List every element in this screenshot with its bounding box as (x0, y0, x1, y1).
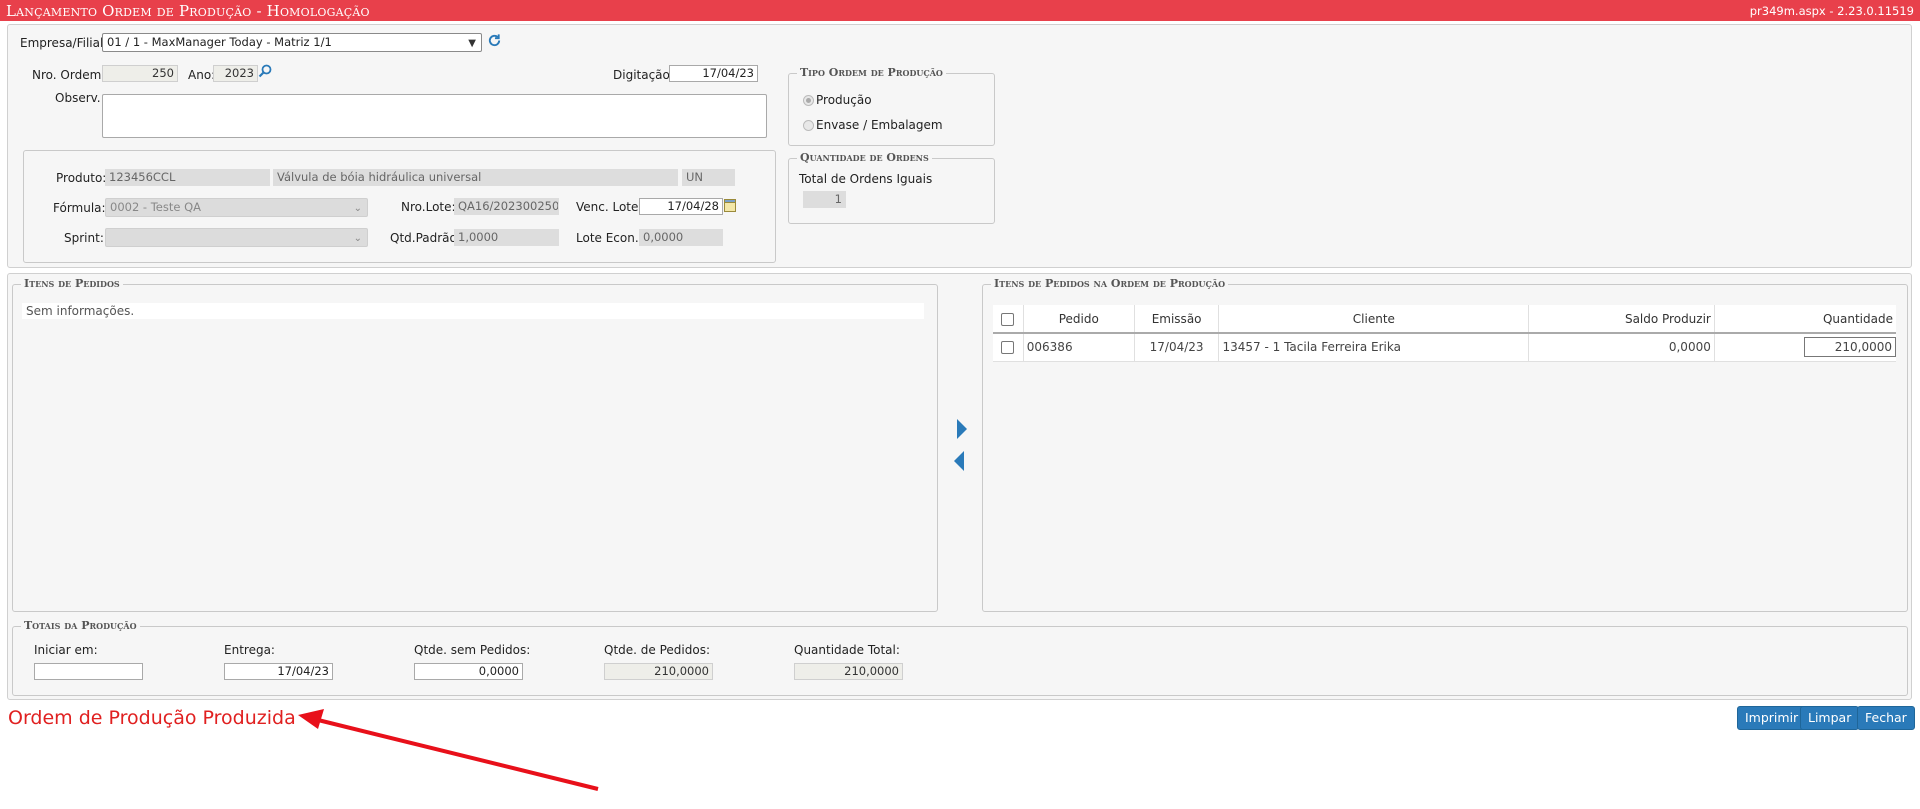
radio-producao[interactable]: Produção (803, 93, 872, 107)
nro-ordem-field[interactable]: 250 (102, 65, 178, 82)
arrow-right-icon[interactable] (955, 418, 969, 440)
select-all-cell (993, 305, 1024, 334)
itens-ordem-legend: Itens de Pedidos na Ordem de Produção (991, 277, 1229, 290)
col-cliente[interactable]: Cliente (1218, 305, 1529, 334)
quantidade-input[interactable]: 210,0000 (1804, 337, 1896, 358)
tipo-ordem-legend: Tipo Ordem de Produção (797, 66, 946, 79)
sprint-label: Sprint: (64, 231, 104, 245)
row-checkbox-cell (993, 333, 1024, 362)
chevron-down-icon: ⌄ (353, 233, 362, 244)
calendar-icon[interactable] (724, 198, 737, 212)
iniciar-label: Iniciar em: (34, 643, 98, 657)
col-pedido[interactable]: Pedido (1022, 305, 1135, 334)
total-ordens-label: Total de Ordens Iguais (799, 172, 933, 186)
observ-textarea[interactable] (102, 94, 767, 138)
de-pedidos-label: Qtde. de Pedidos: (604, 643, 710, 657)
total-label: Quantidade Total: (794, 643, 900, 657)
table-row[interactable]: 006386 17/04/23 13457 - 1 Tacila Ferreir… (993, 333, 1896, 362)
nro-ordem-label: Nro. Ordem: (32, 68, 106, 82)
annotation-arrow (298, 709, 599, 791)
iniciar-field[interactable] (34, 663, 143, 680)
formula-label: Fórmula: (53, 201, 106, 215)
radio-envase[interactable]: Envase / Embalagem (803, 118, 943, 132)
search-icon[interactable] (258, 64, 272, 78)
refresh-icon[interactable] (487, 33, 503, 49)
nro-lote-label: Nro.Lote: (401, 200, 456, 214)
itens-pedidos-empty-text: Sem informações. (26, 304, 135, 318)
venc-lote-label: Venc. Lote: (576, 200, 643, 214)
col-emissao[interactable]: Emissão (1133, 305, 1219, 334)
qtd-padrao-label: Qtd.Padrão: (390, 231, 461, 245)
version-label: pr349m.aspx - 2.23.0.11519 (1749, 3, 1914, 18)
window-title: Lançamento Ordem de Produção - Homologaç… (6, 1, 370, 20)
select-all-checkbox[interactable] (1001, 312, 1015, 326)
produto-label: Produto: (56, 171, 107, 185)
sem-pedidos-label: Qtde. sem Pedidos: (414, 643, 531, 657)
cell-emissao: 17/04/23 (1133, 333, 1219, 362)
ano-field[interactable]: 2023 (213, 65, 258, 82)
limpar-button[interactable]: Limpar (1800, 706, 1860, 730)
formula-select-value: 0002 - Teste QA (110, 200, 202, 214)
radio-envase-input[interactable] (803, 119, 814, 131)
ano-label: Ano: (188, 68, 216, 82)
total-ordens-field[interactable]: 1 (803, 191, 846, 208)
radio-envase-label: Envase / Embalagem (816, 118, 943, 132)
radio-producao-label: Produção (816, 93, 872, 107)
col-saldo[interactable]: Saldo Produzir (1528, 305, 1715, 334)
produto-unidade-field[interactable]: UN (682, 169, 735, 186)
observ-label: Observ.: (55, 91, 105, 105)
formula-select[interactable]: 0002 - Teste QA ⌄ (105, 198, 368, 217)
digitacao-label: Digitação: (613, 68, 674, 82)
tipo-ordem-fieldset: Tipo Ordem de Produção (788, 66, 995, 146)
cell-quantidade: 210,0000 (1713, 333, 1896, 362)
lote-econ-label: Lote Econ.: (576, 231, 643, 245)
col-quantidade[interactable]: Quantidade (1713, 305, 1896, 334)
totais-fieldset: Totais da Produção (12, 619, 1908, 696)
empresa-label: Empresa/Filial: (20, 36, 108, 50)
empresa-select-value: 01 / 1 - MaxManager Today - Matriz 1/1 (107, 35, 332, 49)
venc-lote-field[interactable]: 17/04/28 (639, 198, 723, 215)
table-header-row: Pedido Emissão Cliente Saldo Produzir Qu… (993, 305, 1896, 334)
sprint-select[interactable]: ⌄ (105, 228, 368, 247)
produto-descricao-field[interactable]: Válvula de bóia hidráulica universal (273, 169, 678, 186)
title-bar: Lançamento Ordem de Produção - Homologaç… (0, 0, 1920, 21)
chevron-down-icon: ⌄ (353, 203, 362, 214)
itens-pedidos-empty-row: Sem informações. (22, 303, 924, 319)
status-message: Ordem de Produção Produzida (8, 707, 296, 729)
lote-econ-field[interactable]: 0,0000 (639, 229, 723, 246)
cell-saldo: 0,0000 (1528, 333, 1715, 362)
total-field[interactable]: 210,0000 (794, 663, 903, 680)
fechar-button[interactable]: Fechar (1857, 706, 1915, 730)
itens-pedidos-fieldset: Itens de Pedidos (12, 277, 938, 612)
cell-cliente: 13457 - 1 Tacila Ferreira Erika (1218, 333, 1529, 362)
totais-legend: Totais da Produção (21, 619, 140, 632)
entrega-field[interactable]: 17/04/23 (224, 663, 333, 680)
itens-pedidos-legend: Itens de Pedidos (21, 277, 123, 290)
produto-codigo-field[interactable]: 123456CCL (105, 169, 270, 186)
arrow-left-icon[interactable] (952, 450, 966, 472)
quantidade-ordens-legend: Quantidade de Ordens (797, 151, 932, 164)
imprimir-button[interactable]: Imprimir (1737, 706, 1807, 730)
de-pedidos-field[interactable]: 210,0000 (604, 663, 713, 680)
nro-lote-field[interactable]: QA16/202300250 (454, 198, 559, 215)
empresa-select[interactable]: 01 / 1 - MaxManager Today - Matriz 1/1 ▼ (102, 33, 482, 52)
entrega-label: Entrega: (224, 643, 275, 657)
itens-ordem-table: Pedido Emissão Cliente Saldo Produzir Qu… (993, 305, 1896, 362)
qtd-padrao-field[interactable]: 1,0000 (454, 229, 559, 246)
cell-pedido: 006386 (1022, 333, 1135, 362)
digitacao-field[interactable]: 17/04/23 (669, 65, 758, 82)
chevron-down-icon: ▼ (468, 38, 476, 49)
radio-producao-input[interactable] (803, 94, 814, 106)
sem-pedidos-field[interactable]: 0,0000 (414, 663, 523, 680)
row-checkbox[interactable] (1001, 341, 1015, 355)
